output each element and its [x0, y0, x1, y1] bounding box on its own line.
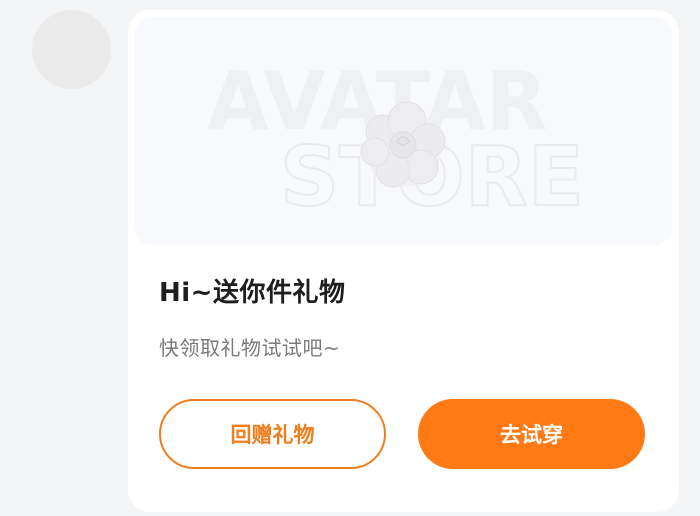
avatar-store-watermark: AVATAR STORE [207, 55, 585, 226]
try-on-button[interactable]: 去试穿 [418, 399, 645, 469]
gift-title: Hi~送你件礼物 [159, 278, 346, 308]
return-gift-button[interactable]: 回赠礼物 [159, 399, 386, 469]
gift-banner: AVATAR STORE [135, 17, 672, 245]
gift-subtitle: 快领取礼物试试吧~ [159, 336, 341, 360]
sender-avatar[interactable] [32, 10, 111, 89]
gift-card: AVATAR STORE Hi~送你件礼物 快领取礼物试试吧~ 回赠礼物 去试穿 [128, 10, 679, 512]
